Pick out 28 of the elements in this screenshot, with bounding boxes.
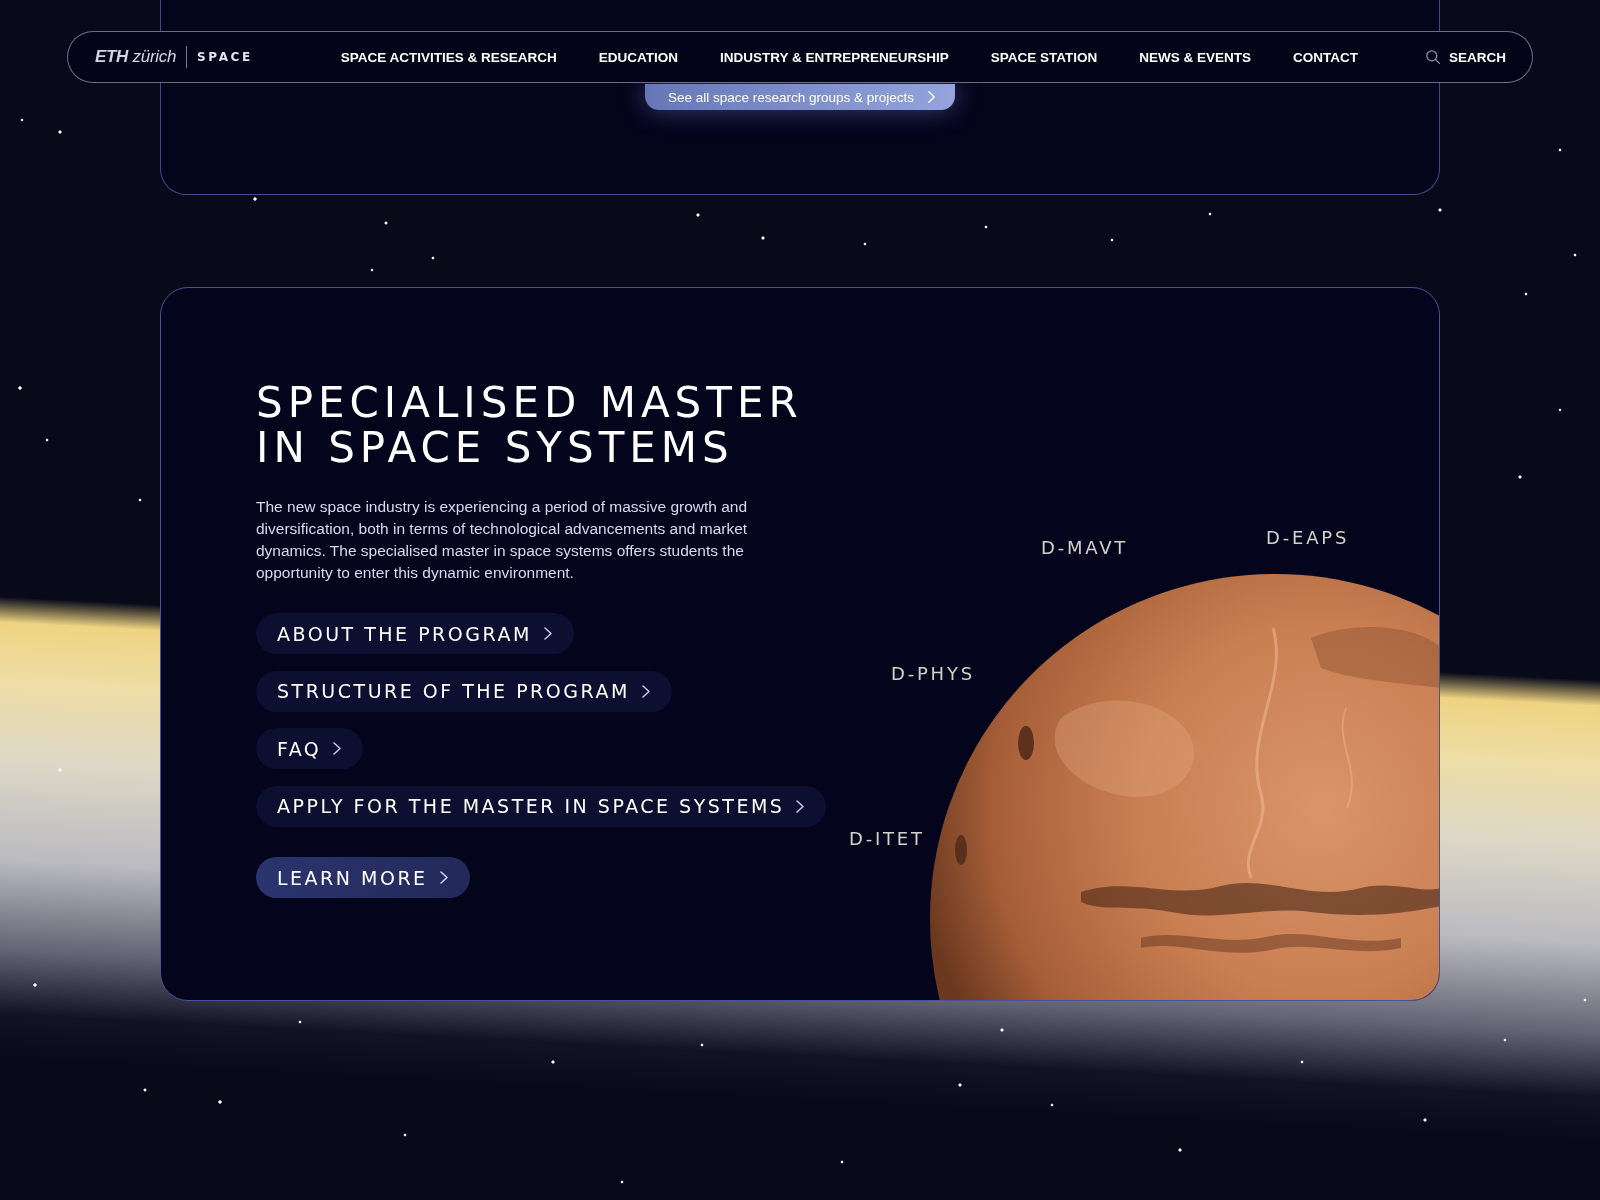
chevron-right-icon [796, 799, 805, 813]
learn-more-button[interactable]: LEARN MORE [256, 857, 470, 898]
search-button[interactable]: SEARCH [1426, 49, 1506, 65]
nav-link[interactable]: SPACE ACTIVITIES & RESEARCH [340, 49, 557, 65]
program-link[interactable]: FAQ [256, 728, 364, 769]
program-link[interactable]: STRUCTURE OF THE PROGRAM [256, 670, 672, 712]
nav-link[interactable]: SPACE STATION [990, 49, 1098, 65]
chevron-right-icon [333, 742, 342, 755]
department-label: D-EAPS [1266, 529, 1350, 547]
chevron-right-icon [928, 91, 936, 103]
chevron-right-icon [641, 684, 650, 698]
program-title: SPECIALISED MASTER IN SPACE SYSTEMS [256, 380, 804, 470]
logo-wordmark: ETH zürich [95, 47, 177, 67]
chevron-right-icon [543, 627, 552, 640]
department-label: D-MAVT [1041, 539, 1129, 557]
program-link[interactable]: ABOUT THE PROGRAM [256, 613, 574, 654]
chevron-right-icon [439, 871, 448, 884]
search-icon [1426, 50, 1440, 64]
see-all-button[interactable]: See all space research groups & projects [644, 84, 956, 110]
brand-wordmark: SPACE [197, 50, 253, 64]
department-label: D-PHYS [891, 665, 975, 683]
department-label: D-ITET [849, 830, 925, 848]
nav-link[interactable]: CONTACT [1293, 49, 1359, 65]
nav-link[interactable]: INDUSTRY & ENTREPRENEURSHIP [720, 49, 949, 65]
program-description: The new space industry is experiencing a period of massive growth and diversification, both in terms of technological advancements and market dynamics. The specialised master in space systems offers students the opportunity to enter this dynamic environment. [256, 497, 749, 583]
nav-link[interactable]: EDUCATION [598, 49, 678, 65]
nav-link[interactable]: NEWS & EVENTS [1139, 49, 1252, 65]
program-link[interactable]: APPLY FOR THE MASTER IN SPACE SYSTEMS [256, 785, 827, 827]
